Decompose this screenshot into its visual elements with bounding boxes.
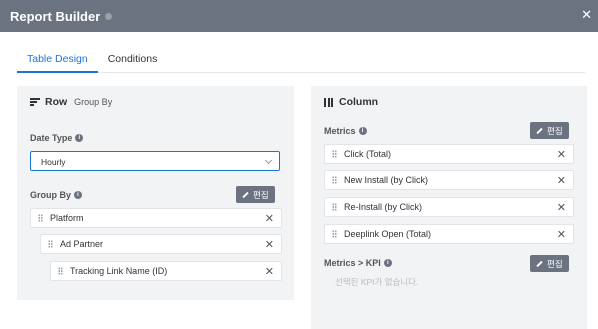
drag-handle-icon[interactable] xyxy=(58,267,63,275)
date-type-select[interactable]: Hourly xyxy=(30,151,280,171)
window-title: Report Builder xyxy=(10,8,101,24)
title-bar: Report Builder ✕ xyxy=(0,0,598,32)
row-title: Row xyxy=(45,96,68,108)
metrics-label: Metrics i xyxy=(324,126,367,136)
group-by-item-label: Ad Partner xyxy=(60,239,104,249)
row-panel: Row Group By Date Type i Hourly Group By… xyxy=(17,86,294,300)
column-panel: Column Metrics i 편집 Click (Total) ✕ New … xyxy=(311,86,587,329)
metric-item-click-total[interactable]: Click (Total) ✕ xyxy=(324,144,574,164)
kpi-label-text: Metrics > KPI xyxy=(324,258,381,268)
metrics-edit-button[interactable]: 편집 xyxy=(530,122,569,139)
info-icon[interactable] xyxy=(105,12,113,20)
close-icon[interactable]: ✕ xyxy=(265,238,274,251)
metric-item-label: New Install (by Click) xyxy=(344,175,429,185)
info-icon[interactable]: i xyxy=(358,127,367,135)
metric-item-re-install[interactable]: Re-Install (by Click) ✕ xyxy=(324,197,574,217)
row-header: Row Group By xyxy=(30,96,112,108)
metrics-label-text: Metrics xyxy=(324,126,356,136)
group-by-item-label: Tracking Link Name (ID) xyxy=(70,266,168,276)
group-by-edit-button[interactable]: 편집 xyxy=(236,186,275,203)
group-by-item-tracking-link[interactable]: Tracking Link Name (ID) ✕ xyxy=(50,261,282,281)
kpi-empty-message: 선택된 KPI가 없습니다. xyxy=(335,277,419,287)
sort-lines-icon xyxy=(30,98,40,106)
column-title: Column xyxy=(339,96,379,108)
kpi-edit-button[interactable]: 편집 xyxy=(530,255,569,272)
tab-bar: Table Design Conditions xyxy=(17,46,585,73)
group-by-label: Group By i xyxy=(30,190,83,200)
drag-handle-icon[interactable] xyxy=(38,214,43,222)
edit-label: 편집 xyxy=(547,125,563,136)
group-by-item-platform[interactable]: Platform ✕ xyxy=(30,208,282,228)
close-icon[interactable]: ✕ xyxy=(557,228,566,241)
close-icon[interactable]: ✕ xyxy=(557,201,566,214)
metric-item-label: Click (Total) xyxy=(344,149,392,159)
info-icon[interactable]: i xyxy=(75,134,84,142)
edit-label: 편집 xyxy=(547,258,563,269)
drag-handle-icon[interactable] xyxy=(332,176,337,184)
tab-conditions[interactable]: Conditions xyxy=(98,46,168,73)
kpi-label: Metrics > KPI i xyxy=(324,258,392,268)
close-icon[interactable]: ✕ xyxy=(265,265,274,278)
close-icon[interactable]: ✕ xyxy=(581,7,592,23)
row-subtitle: Group By xyxy=(74,97,113,107)
drag-handle-icon[interactable] xyxy=(332,230,337,238)
drag-handle-icon[interactable] xyxy=(48,240,53,248)
date-type-label: Date Type i xyxy=(30,133,84,143)
columns-icon xyxy=(324,97,334,107)
chevron-down-icon xyxy=(264,156,273,165)
pencil-icon xyxy=(536,127,543,134)
info-icon[interactable]: i xyxy=(383,259,392,267)
info-icon[interactable]: i xyxy=(74,191,83,199)
close-icon[interactable]: ✕ xyxy=(557,148,566,161)
date-type-value: Hourly xyxy=(41,157,66,167)
pencil-icon xyxy=(536,260,543,267)
drag-handle-icon[interactable] xyxy=(332,203,337,211)
metric-item-new-install[interactable]: New Install (by Click) ✕ xyxy=(324,170,574,190)
column-header: Column xyxy=(324,96,378,108)
close-icon[interactable]: ✕ xyxy=(265,212,274,225)
tab-table-design[interactable]: Table Design xyxy=(17,46,98,73)
drag-handle-icon[interactable] xyxy=(332,150,337,158)
date-type-label-text: Date Type xyxy=(30,133,73,143)
close-icon[interactable]: ✕ xyxy=(557,174,566,187)
group-by-item-label: Platform xyxy=(50,213,84,223)
metric-item-label: Re-Install (by Click) xyxy=(344,202,423,212)
metric-item-label: Deeplink Open (Total) xyxy=(344,229,432,239)
group-by-item-ad-partner[interactable]: Ad Partner ✕ xyxy=(40,234,282,254)
metric-item-deeplink-open[interactable]: Deeplink Open (Total) ✕ xyxy=(324,224,574,244)
edit-label: 편집 xyxy=(253,189,269,200)
group-by-label-text: Group By xyxy=(30,190,72,200)
pencil-icon xyxy=(242,191,249,198)
